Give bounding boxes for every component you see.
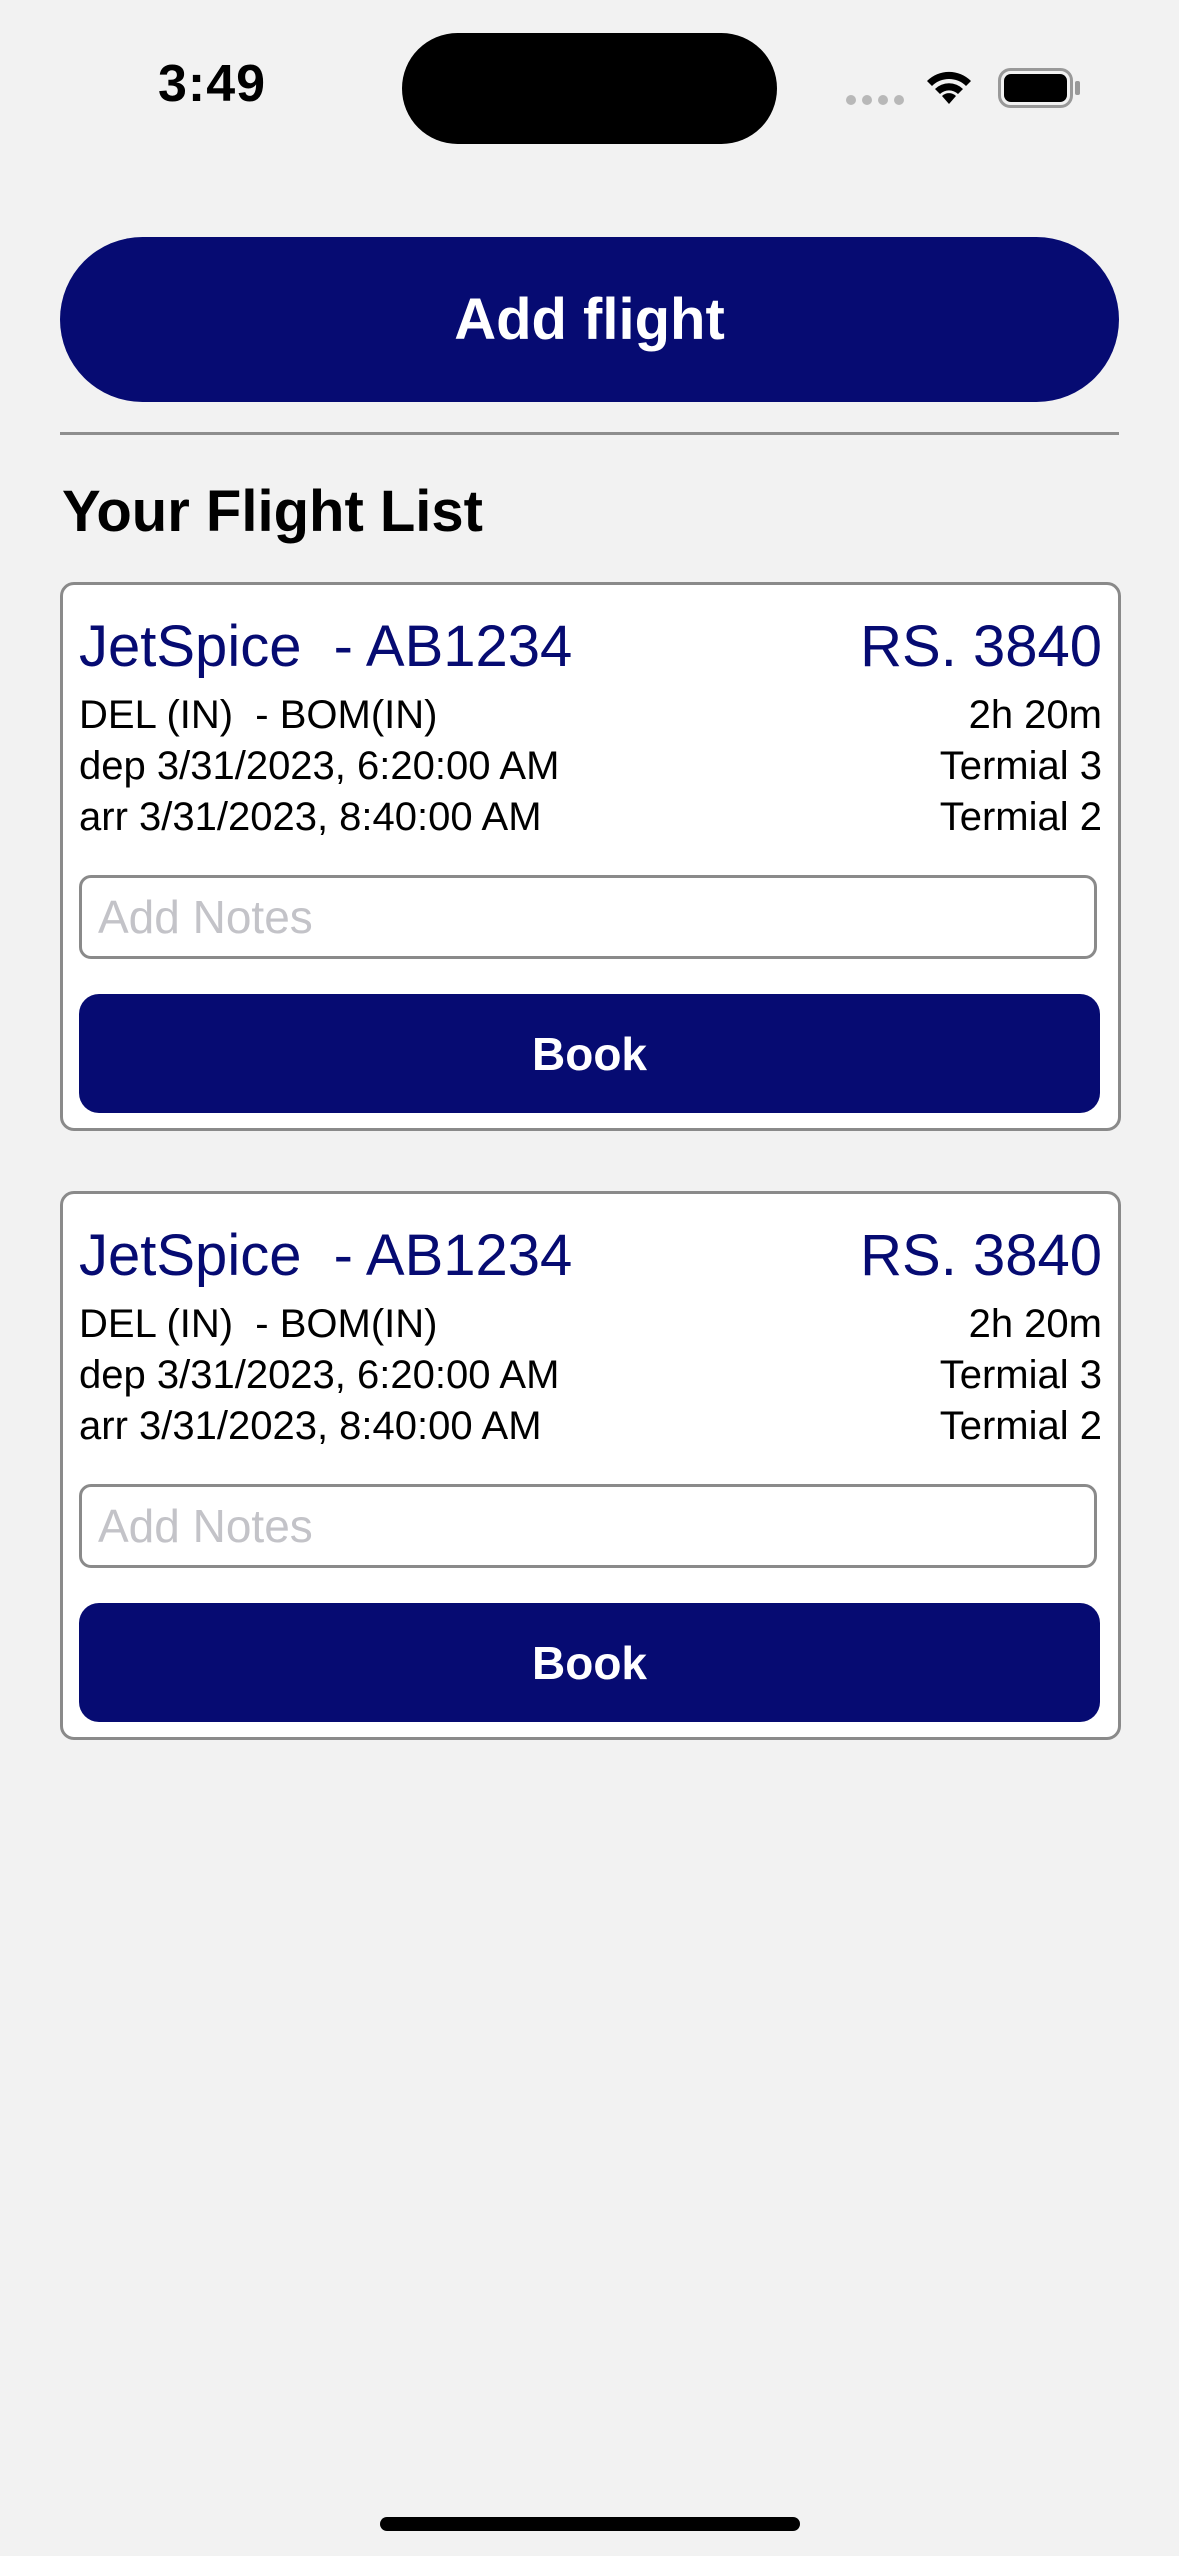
divider: [60, 432, 1119, 435]
book-button[interactable]: Book: [79, 1603, 1100, 1722]
arrival-time: arr 3/31/2023, 8:40:00 AM: [79, 795, 542, 839]
arrival-terminal: Termial 2: [939, 795, 1102, 839]
status-bar: 3:49: [0, 0, 1179, 170]
flight-name: JetSpice - AB1234: [79, 1223, 573, 1288]
home-indicator[interactable]: [380, 2517, 800, 2531]
signal-dots-icon: [846, 95, 904, 105]
departure-time: dep 3/31/2023, 6:20:00 AM: [79, 744, 560, 788]
book-button[interactable]: Book: [79, 994, 1100, 1113]
battery-icon: [998, 68, 1080, 108]
arrival-terminal: Termial 2: [939, 1404, 1102, 1448]
flight-price: RS. 3840: [860, 1223, 1102, 1288]
flight-card: JetSpice - AB1234 RS. 3840 DEL (IN) - BO…: [60, 1191, 1121, 1740]
departure-time: dep 3/31/2023, 6:20:00 AM: [79, 1353, 560, 1397]
flight-duration: 2h 20m: [968, 1302, 1102, 1346]
notes-input[interactable]: [79, 1484, 1097, 1568]
departure-terminal: Termial 3: [939, 1353, 1102, 1397]
notes-input[interactable]: [79, 875, 1097, 959]
flight-list-title: Your Flight List: [62, 479, 483, 544]
flight-name: JetSpice - AB1234: [79, 614, 573, 679]
flight-duration: 2h 20m: [968, 693, 1102, 737]
dynamic-island: [402, 33, 777, 144]
flight-route: DEL (IN) - BOM(IN): [79, 693, 438, 737]
flight-price: RS. 3840: [860, 614, 1102, 679]
flight-route: DEL (IN) - BOM(IN): [79, 1302, 438, 1346]
wifi-icon: [927, 71, 971, 104]
flight-card: JetSpice - AB1234 RS. 3840 DEL (IN) - BO…: [60, 582, 1121, 1131]
status-time: 3:49: [158, 55, 267, 113]
add-flight-button[interactable]: Add flight: [60, 237, 1119, 402]
arrival-time: arr 3/31/2023, 8:40:00 AM: [79, 1404, 542, 1448]
departure-terminal: Termial 3: [939, 744, 1102, 788]
